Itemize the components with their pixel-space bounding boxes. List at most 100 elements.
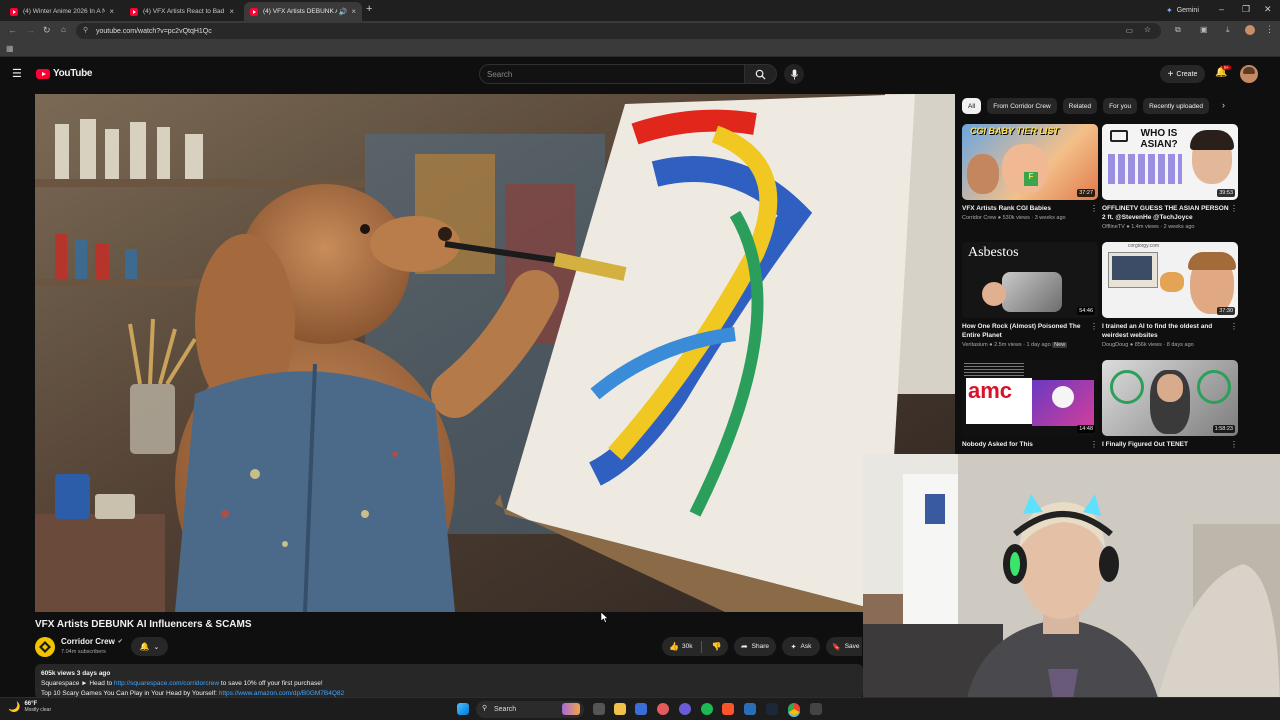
app-icon[interactable] — [810, 703, 822, 715]
subscribed-notifications-button[interactable]: 🔔 ⌄ — [131, 637, 168, 656]
channel-name[interactable]: Corridor Crew ● 530k views · 3 weeks ago — [962, 215, 1066, 221]
video-thumbnail[interactable]: WHO IS ASIAN? 39:53 — [1102, 124, 1238, 200]
create-button[interactable]: + Create — [1160, 65, 1205, 83]
video-thumbnail[interactable]: CGI BABY TIER LIST F 37:27 — [962, 124, 1098, 200]
download-icon[interactable]: ⤓ — [1226, 25, 1230, 35]
weather-moon-icon: 🌙 — [8, 701, 21, 713]
save-button[interactable]: 🔖 Save — [826, 637, 862, 656]
tab-close-icon[interactable]: × — [351, 7, 356, 16]
video-title[interactable]: How One Rock (Almost) Poisoned The Entir… — [962, 322, 1090, 340]
ask-button[interactable]: ✦ Ask — [782, 637, 820, 656]
spotify-icon[interactable] — [701, 703, 713, 715]
url-bar[interactable]: ⚲ youtube.com/watch?v=pc2vQtqH1Qc ▭ ☆ — [76, 23, 1161, 39]
browser-tab-3-active[interactable]: (4) VFX Artists DEBUNK AI 🔊 × — [244, 2, 362, 21]
microphone-icon — [790, 68, 798, 80]
tab-close-icon[interactable]: × — [229, 7, 234, 16]
video-title[interactable]: Nobody Asked for This — [962, 440, 1090, 449]
ask-label: Ask — [800, 643, 812, 650]
video-description[interactable]: 605k views 3 days ago Squarespace ► Head… — [35, 664, 863, 699]
gemini-button[interactable]: ✦ Gemini — [1160, 3, 1205, 18]
amazon-link[interactable]: https://www.amazon.com/dp/B0GM7B4Q82 — [219, 690, 344, 697]
share-button[interactable]: ➦ Share — [734, 637, 776, 656]
site-info-icon[interactable]: ⚲ — [83, 26, 88, 34]
channel-name[interactable]: OfflineTV ● 1.4m views · 2 weeks ago — [1102, 224, 1195, 230]
squarespace-link[interactable]: http://squarespace.com/corridorcrew — [114, 680, 219, 687]
video-duration: 54:46 — [1077, 307, 1095, 315]
chip-for-you[interactable]: For you — [1103, 98, 1138, 114]
reload-icon[interactable]: ↻ — [43, 25, 51, 36]
channel-avatar[interactable] — [35, 637, 55, 657]
video-thumbnail[interactable]: Asbestos 54:46 — [962, 242, 1098, 318]
sparkle-icon: ✦ — [790, 643, 797, 651]
steam-icon[interactable] — [766, 703, 778, 715]
save-label: Save — [844, 643, 860, 650]
dislike-button[interactable]: 👎 — [711, 642, 721, 651]
video-thumbnail[interactable]: 1:58:23 — [1102, 360, 1238, 436]
video-thumbnail[interactable]: amc 14:48 — [962, 360, 1098, 436]
like-button[interactable]: 👍 30k — [669, 642, 692, 651]
thumbnail-text: Asbestos — [968, 245, 1019, 260]
home-icon[interactable]: ⌂ — [61, 25, 66, 34]
apps-grid-icon[interactable]: ▦ — [6, 44, 14, 53]
more-options-icon[interactable]: ⋮ — [1230, 204, 1238, 213]
minimize-icon[interactable]: – — [1219, 4, 1224, 14]
chip-from-corridor-crew[interactable]: From Corridor Crew — [987, 98, 1057, 114]
task-view-icon[interactable] — [593, 703, 605, 715]
create-label: Create — [1176, 70, 1198, 78]
youtube-favicon-icon — [250, 7, 258, 16]
chip-related[interactable]: Related — [1062, 98, 1098, 114]
extensions-icon[interactable]: ⧉ — [1175, 25, 1181, 35]
channel-name[interactable]: DougDoug ● 856k views · 8 days ago — [1102, 342, 1194, 348]
video-title[interactable]: I trained an AI to find the oldest and w… — [1102, 322, 1230, 340]
chrome-icon[interactable] — [788, 703, 800, 715]
browser-tab-2[interactable]: (4) VFX Artists React to Bad & G × — [124, 2, 240, 21]
app-icon[interactable] — [744, 703, 756, 715]
thumbnail-text: CGI BABY TIER LIST — [970, 126, 1059, 136]
more-options-icon[interactable]: ⋮ — [1090, 322, 1098, 331]
discord-icon[interactable] — [679, 703, 691, 715]
voice-search-button[interactable] — [784, 64, 804, 84]
maximize-icon[interactable]: ❐ — [1242, 4, 1250, 15]
video-title[interactable]: OFFLINETV GUESS THE ASIAN PERSON 2 ft. @… — [1102, 204, 1230, 222]
youtube-logo[interactable]: YouTube — [36, 68, 93, 79]
channel-name[interactable]: Veritasium ● 2.5m views · 1 day ago New — [962, 342, 1068, 348]
window-close-icon[interactable]: ✕ — [1264, 4, 1272, 15]
more-options-icon[interactable]: ⋮ — [1230, 322, 1238, 331]
chip-all[interactable]: All — [962, 98, 982, 114]
browser-menu-icon[interactable]: ⋮ — [1265, 24, 1274, 35]
taskbar-search[interactable]: ⚲ Search — [476, 701, 584, 718]
weather-widget[interactable]: 🌙 66°F Mostly clear — [8, 701, 51, 713]
video-thumbnail[interactable]: corgiorgy.com 37:30 — [1102, 242, 1238, 318]
new-tab-button[interactable]: + — [366, 3, 372, 15]
more-options-icon[interactable]: ⋮ — [1090, 204, 1098, 213]
bookmark-star-icon[interactable]: ☆ — [1144, 25, 1151, 34]
more-options-icon[interactable]: ⋮ — [1090, 440, 1098, 449]
notification-count-badge: 9+ — [1222, 65, 1232, 70]
video-title[interactable]: VFX Artists Rank CGI Babies — [962, 204, 1090, 213]
profile-avatar[interactable] — [1245, 25, 1255, 35]
windows-start-icon[interactable] — [457, 703, 469, 715]
tab-close-icon[interactable]: × — [109, 7, 114, 16]
chevron-right-icon[interactable]: › — [1222, 100, 1225, 110]
thumbnail-text: corgiorgy.com — [1128, 243, 1160, 249]
forward-icon[interactable]: → — [26, 25, 35, 35]
video-player[interactable] — [35, 94, 955, 612]
cast-icon[interactable]: ▭ — [1125, 26, 1133, 35]
browser-tab-1[interactable]: (4) Winter Anime 2026 In A Nu × — [4, 2, 120, 21]
chip-recently-uploaded[interactable]: Recently uploaded — [1143, 98, 1209, 114]
search-button[interactable] — [745, 64, 777, 84]
snipping-tool-icon[interactable] — [635, 703, 647, 715]
speaker-icon[interactable]: 🔊 — [339, 8, 348, 16]
video-title[interactable]: I Finally Figured Out TENET — [1102, 440, 1230, 449]
file-explorer-icon[interactable] — [614, 703, 626, 715]
sidebar-icon[interactable]: ▣ — [1200, 25, 1208, 34]
channel-name[interactable]: Corridor Crew ✔ — [61, 637, 123, 646]
hamburger-menu-icon[interactable]: ☰ — [12, 67, 22, 80]
back-icon[interactable]: ← — [8, 25, 17, 35]
app-icon[interactable] — [657, 703, 669, 715]
brave-icon[interactable] — [722, 703, 734, 715]
video-frame-poodle-painting — [35, 94, 955, 612]
account-avatar[interactable] — [1240, 65, 1258, 83]
search-input[interactable]: Search — [479, 64, 745, 84]
more-options-icon[interactable]: ⋮ — [1230, 440, 1238, 449]
